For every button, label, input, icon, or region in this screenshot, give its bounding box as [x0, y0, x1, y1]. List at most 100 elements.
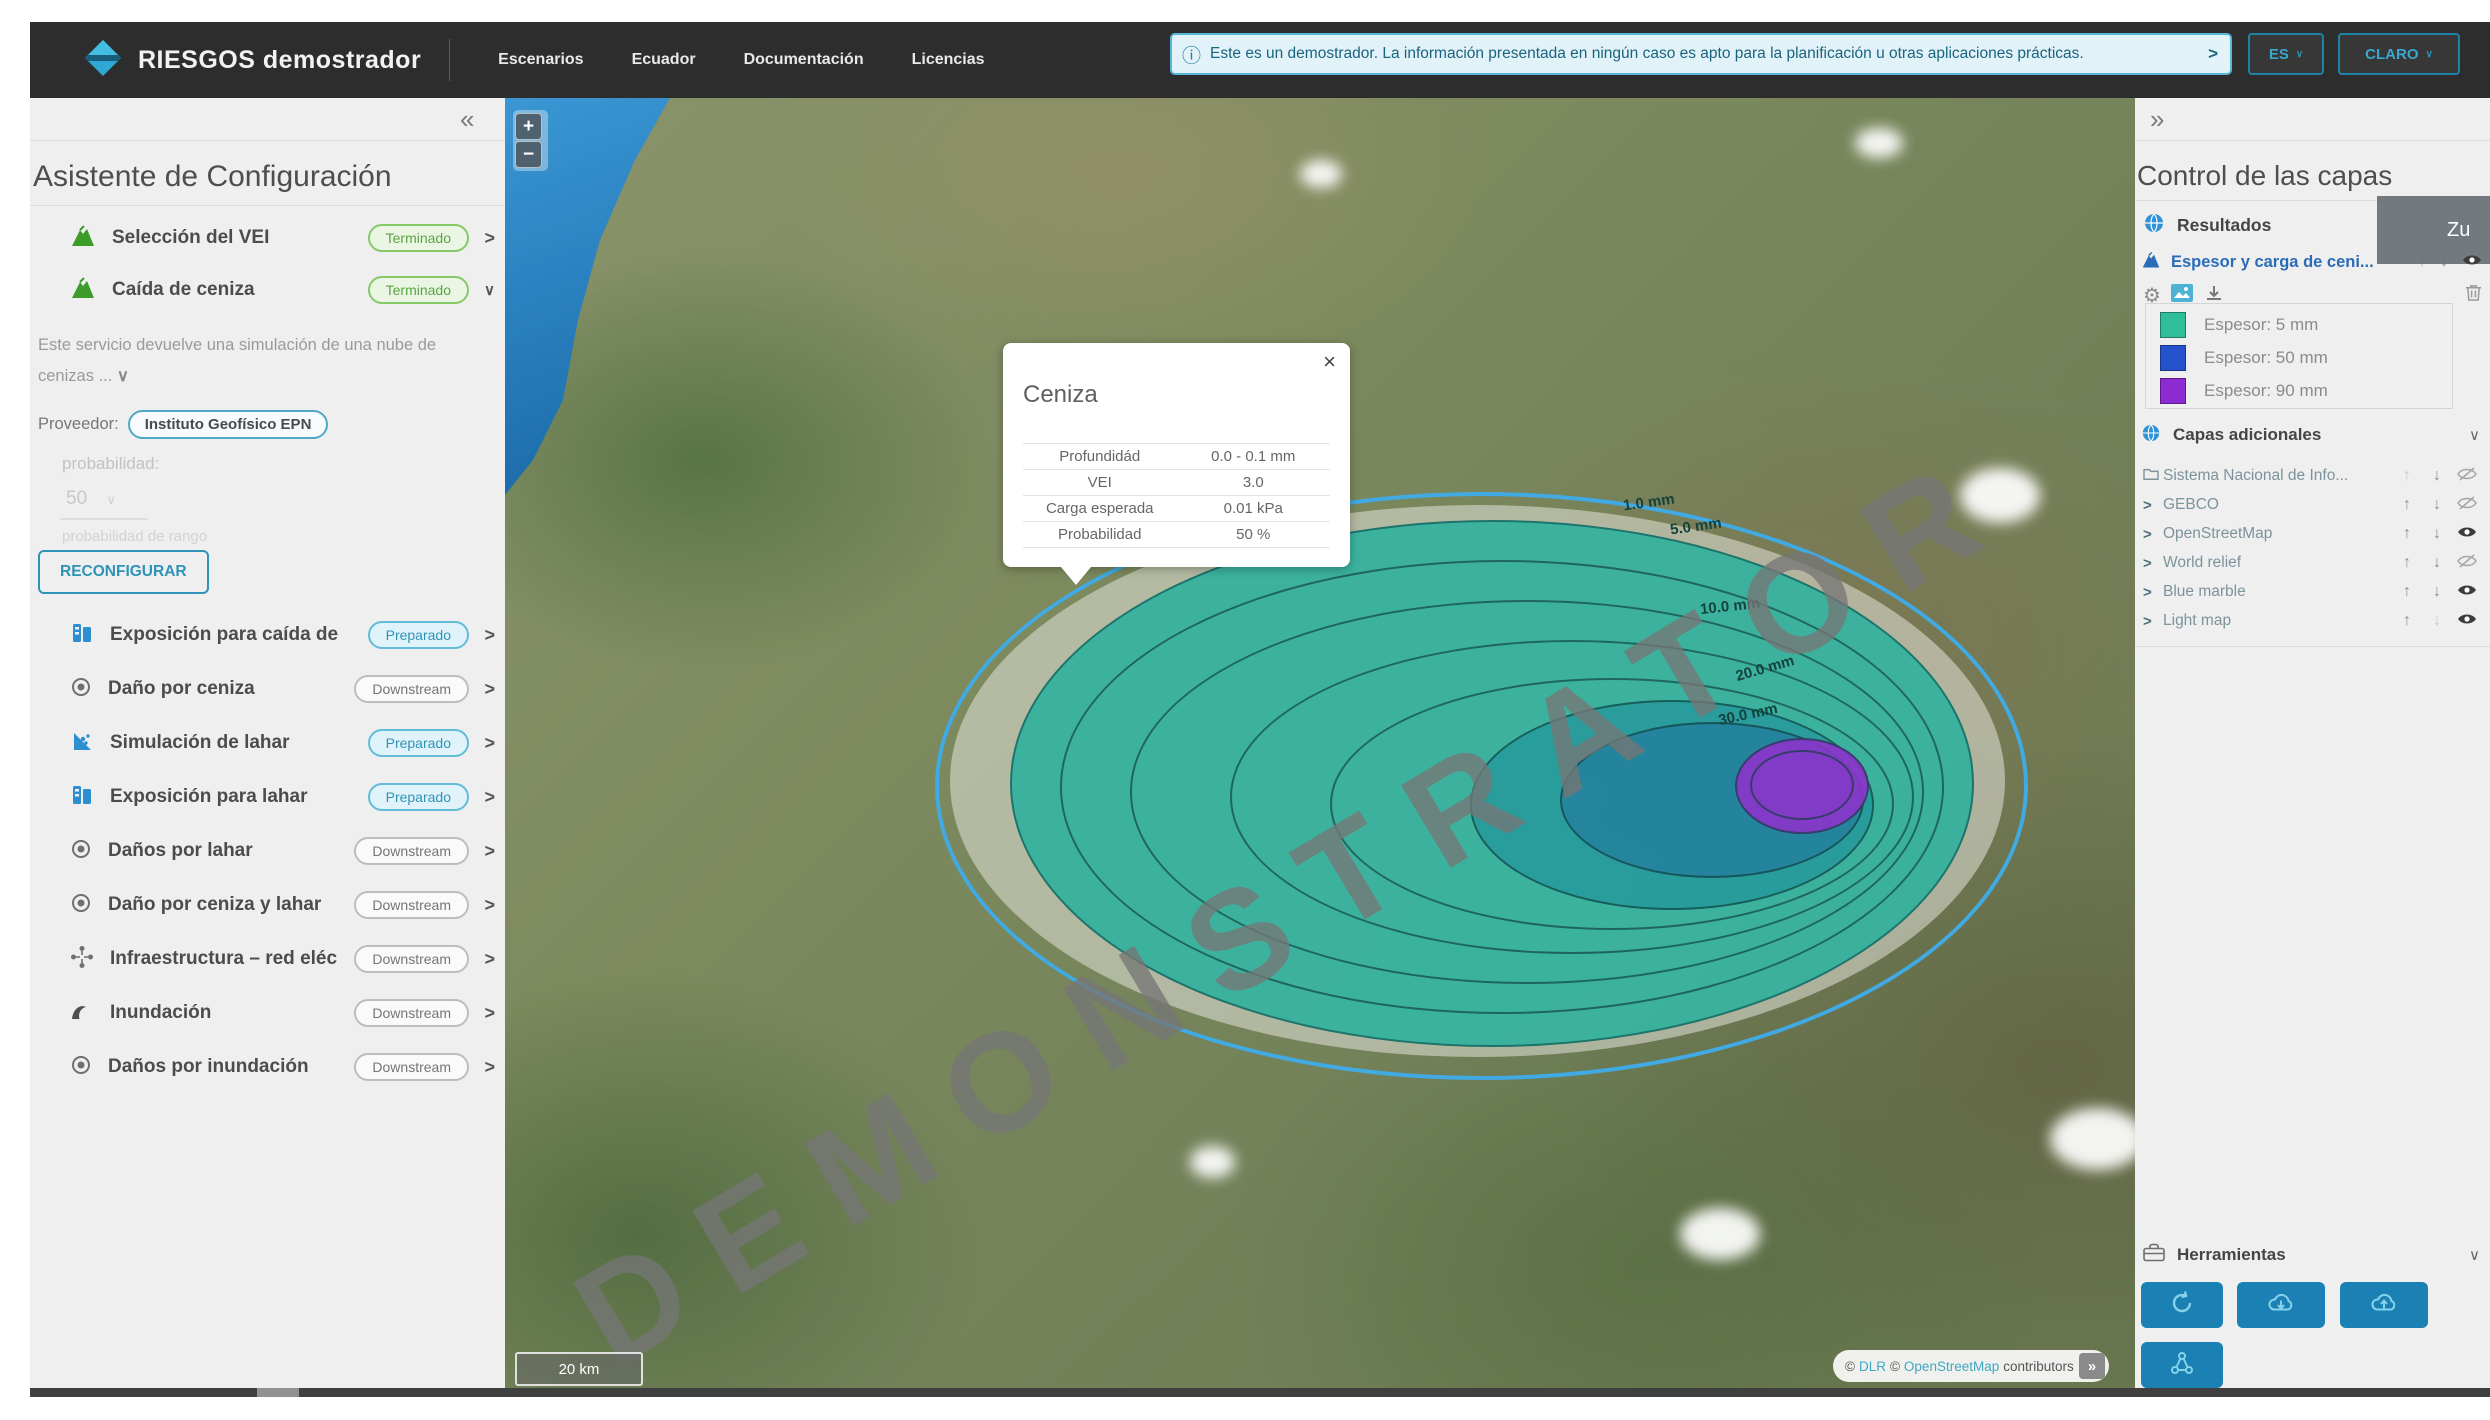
expand-layer-icon[interactable]: > — [2143, 526, 2163, 543]
move-up-icon[interactable]: ↑ — [2392, 525, 2422, 543]
move-up-icon[interactable]: ↑ — [2392, 612, 2422, 630]
layer-row-sistema-nacional[interactable]: Sistema Nacional de Info... ↑ ↓ — [2143, 463, 2482, 489]
chevron-right-icon[interactable]: > — [469, 1057, 495, 1078]
chevron-right-icon[interactable]: > — [469, 787, 495, 808]
app-title: RIESGOS demostrador — [138, 46, 421, 75]
move-up-icon[interactable]: ↑ — [2392, 496, 2422, 514]
service-exposicion-caida[interactable]: Exposición para caída de Preparado > — [70, 615, 495, 655]
popup-title: Ceniza — [1023, 381, 1098, 409]
contour-ring — [1750, 750, 1854, 820]
layer-name: GEBCO — [2163, 496, 2392, 514]
layer-row-gebco[interactable]: > GEBCO ↑ ↓ — [2143, 492, 2482, 518]
eye-icon[interactable] — [2452, 525, 2482, 544]
provider-value-pill[interactable]: Instituto Geofísico EPN — [128, 410, 329, 439]
chevron-right-icon[interactable]: > — [469, 841, 495, 862]
expand-description-icon[interactable]: ∨ — [117, 367, 129, 385]
move-down-icon[interactable]: ↓ — [2422, 583, 2452, 601]
demo-warning-banner[interactable]: ⓘ Este es un demostrador. La información… — [1170, 33, 2232, 75]
move-down-icon[interactable]: ↓ — [2422, 612, 2452, 630]
move-up-icon[interactable]: ↑ — [2392, 583, 2422, 601]
move-up-icon[interactable]: ↑ — [2392, 554, 2422, 572]
theme-select[interactable]: CLARO ∨ — [2338, 33, 2460, 75]
scrollbar-thumb[interactable] — [257, 1388, 299, 1397]
cloud-download-button[interactable] — [2237, 1282, 2325, 1328]
layer-name: World relief — [2163, 554, 2392, 572]
chevron-right-icon[interactable]: > — [469, 733, 495, 754]
chevron-right-icon[interactable]: > — [469, 625, 495, 646]
probability-underline — [60, 518, 148, 520]
legend-swatch — [2160, 345, 2186, 371]
layer-row-light-map[interactable]: > Light map ↑ ↓ — [2143, 608, 2482, 634]
service-label: Daños por lahar — [108, 840, 253, 862]
bottom-scrollbar[interactable] — [30, 1388, 2490, 1397]
brand[interactable]: RIESGOS demostrador — [82, 37, 421, 84]
eye-icon[interactable] — [2452, 612, 2482, 631]
zoom-in-button[interactable]: + — [515, 113, 542, 140]
nav-item-documentacion[interactable]: Documentación — [744, 51, 864, 69]
expand-layer-icon[interactable]: > — [2143, 497, 2163, 514]
expand-right-panel-icon[interactable]: » — [2150, 104, 2164, 135]
trash-icon[interactable] — [2465, 283, 2482, 307]
step-caida-de-ceniza[interactable]: Caída de ceniza Terminado ∨ — [70, 270, 495, 310]
banner-chevron-icon[interactable]: > — [2208, 44, 2218, 64]
nav-item-ecuador[interactable]: Ecuador — [632, 51, 696, 69]
eye-off-icon[interactable] — [2452, 496, 2482, 515]
service-dano-ceniza[interactable]: Daño por ceniza Downstream > — [70, 669, 495, 709]
move-up-icon[interactable]: ↑ — [2392, 467, 2422, 485]
results-group[interactable]: Resultados — [2143, 210, 2271, 240]
service-infraestructura[interactable]: Infraestructura – red eléc Downstream > — [70, 939, 495, 979]
layer-row-blue-marble[interactable]: > Blue marble ↑ ↓ — [2143, 579, 2482, 605]
chevron-down-icon[interactable]: ∨ — [2469, 1246, 2480, 1264]
chevron-right-icon[interactable]: > — [469, 228, 495, 249]
probability-label: probabilidad: — [62, 454, 159, 474]
service-dano-ceniza-lahar[interactable]: Daño por ceniza y lahar Downstream > — [70, 885, 495, 925]
tools-group[interactable]: Herramientas ∨ — [2143, 1240, 2480, 1270]
zoom-out-button[interactable]: − — [515, 141, 542, 168]
service-danos-lahar[interactable]: Daños por lahar Downstream > — [70, 831, 495, 871]
layer-row-world-relief[interactable]: > World relief ↑ ↓ — [2143, 550, 2482, 576]
chevron-right-icon[interactable]: > — [469, 679, 495, 700]
service-inundacion[interactable]: Inundación Downstream > — [70, 993, 495, 1033]
eye-off-icon[interactable] — [2452, 554, 2482, 573]
nav-item-escenarios[interactable]: Escenarios — [498, 51, 583, 69]
dlr-link[interactable]: DLR — [1859, 1359, 1886, 1374]
layer-name: Blue marble — [2163, 583, 2392, 601]
chevron-down-icon[interactable]: ∨ — [469, 281, 495, 299]
expand-layer-icon[interactable]: > — [2143, 584, 2163, 601]
step-seleccion-vei[interactable]: Selección del VEI Terminado > — [70, 218, 495, 258]
openstreetmap-link[interactable]: OpenStreetMap — [1904, 1359, 1999, 1374]
expand-layer-icon[interactable]: > — [2143, 613, 2163, 630]
chevron-right-icon[interactable]: > — [469, 895, 495, 916]
probability-select[interactable]: 50 ∨ — [66, 488, 116, 510]
eye-icon[interactable] — [2452, 583, 2482, 602]
cloud-upload-button[interactable] — [2340, 1282, 2428, 1328]
close-icon[interactable]: × — [1323, 349, 1336, 375]
attribution-expand-icon[interactable]: » — [2079, 1353, 2105, 1379]
chevron-right-icon[interactable]: > — [469, 1003, 495, 1024]
collapse-left-panel-icon[interactable]: « — [460, 104, 474, 135]
move-down-icon[interactable]: ↓ — [2422, 467, 2452, 485]
eye-icon[interactable] — [2462, 253, 2482, 272]
move-down-icon[interactable]: ↓ — [2422, 554, 2452, 572]
move-down-icon[interactable]: ↓ — [2422, 496, 2452, 514]
caret-down-icon: ∨ — [2426, 49, 2433, 60]
row-label: Profundidád — [1023, 448, 1177, 465]
service-danos-inundacion[interactable]: Daños por inundación Downstream > — [70, 1047, 495, 1087]
table-row: Profundidád 0.0 - 0.1 mm — [1023, 444, 1330, 470]
service-simulacion-lahar[interactable]: Simulación de lahar Preparado > — [70, 723, 495, 763]
service-exposicion-lahar[interactable]: Exposición para lahar Preparado > — [70, 777, 495, 817]
layer-row-openstreetmap[interactable]: > OpenStreetMap ↑ ↓ — [2143, 521, 2482, 547]
language-select[interactable]: ES ∨ — [2248, 33, 2324, 75]
expand-layer-icon[interactable]: > — [2143, 555, 2163, 572]
reconfigure-button[interactable]: RECONFIGURAR — [38, 550, 209, 594]
nav-item-licencias[interactable]: Licencias — [912, 51, 985, 69]
share-button[interactable] — [2141, 1342, 2223, 1388]
additional-layers-group[interactable]: Capas adicionales ∨ — [2141, 420, 2480, 450]
scale-bar: 20 km — [515, 1352, 643, 1386]
map-canvas[interactable]: 1.0 mm 5.0 mm 10.0 mm 20.0 mm 30.0 mm DE… — [505, 98, 2135, 1390]
eye-off-icon[interactable] — [2452, 467, 2482, 486]
move-down-icon[interactable]: ↓ — [2422, 525, 2452, 543]
refresh-button[interactable] — [2141, 1282, 2223, 1328]
chevron-down-icon[interactable]: ∨ — [2469, 426, 2480, 444]
chevron-right-icon[interactable]: > — [469, 949, 495, 970]
